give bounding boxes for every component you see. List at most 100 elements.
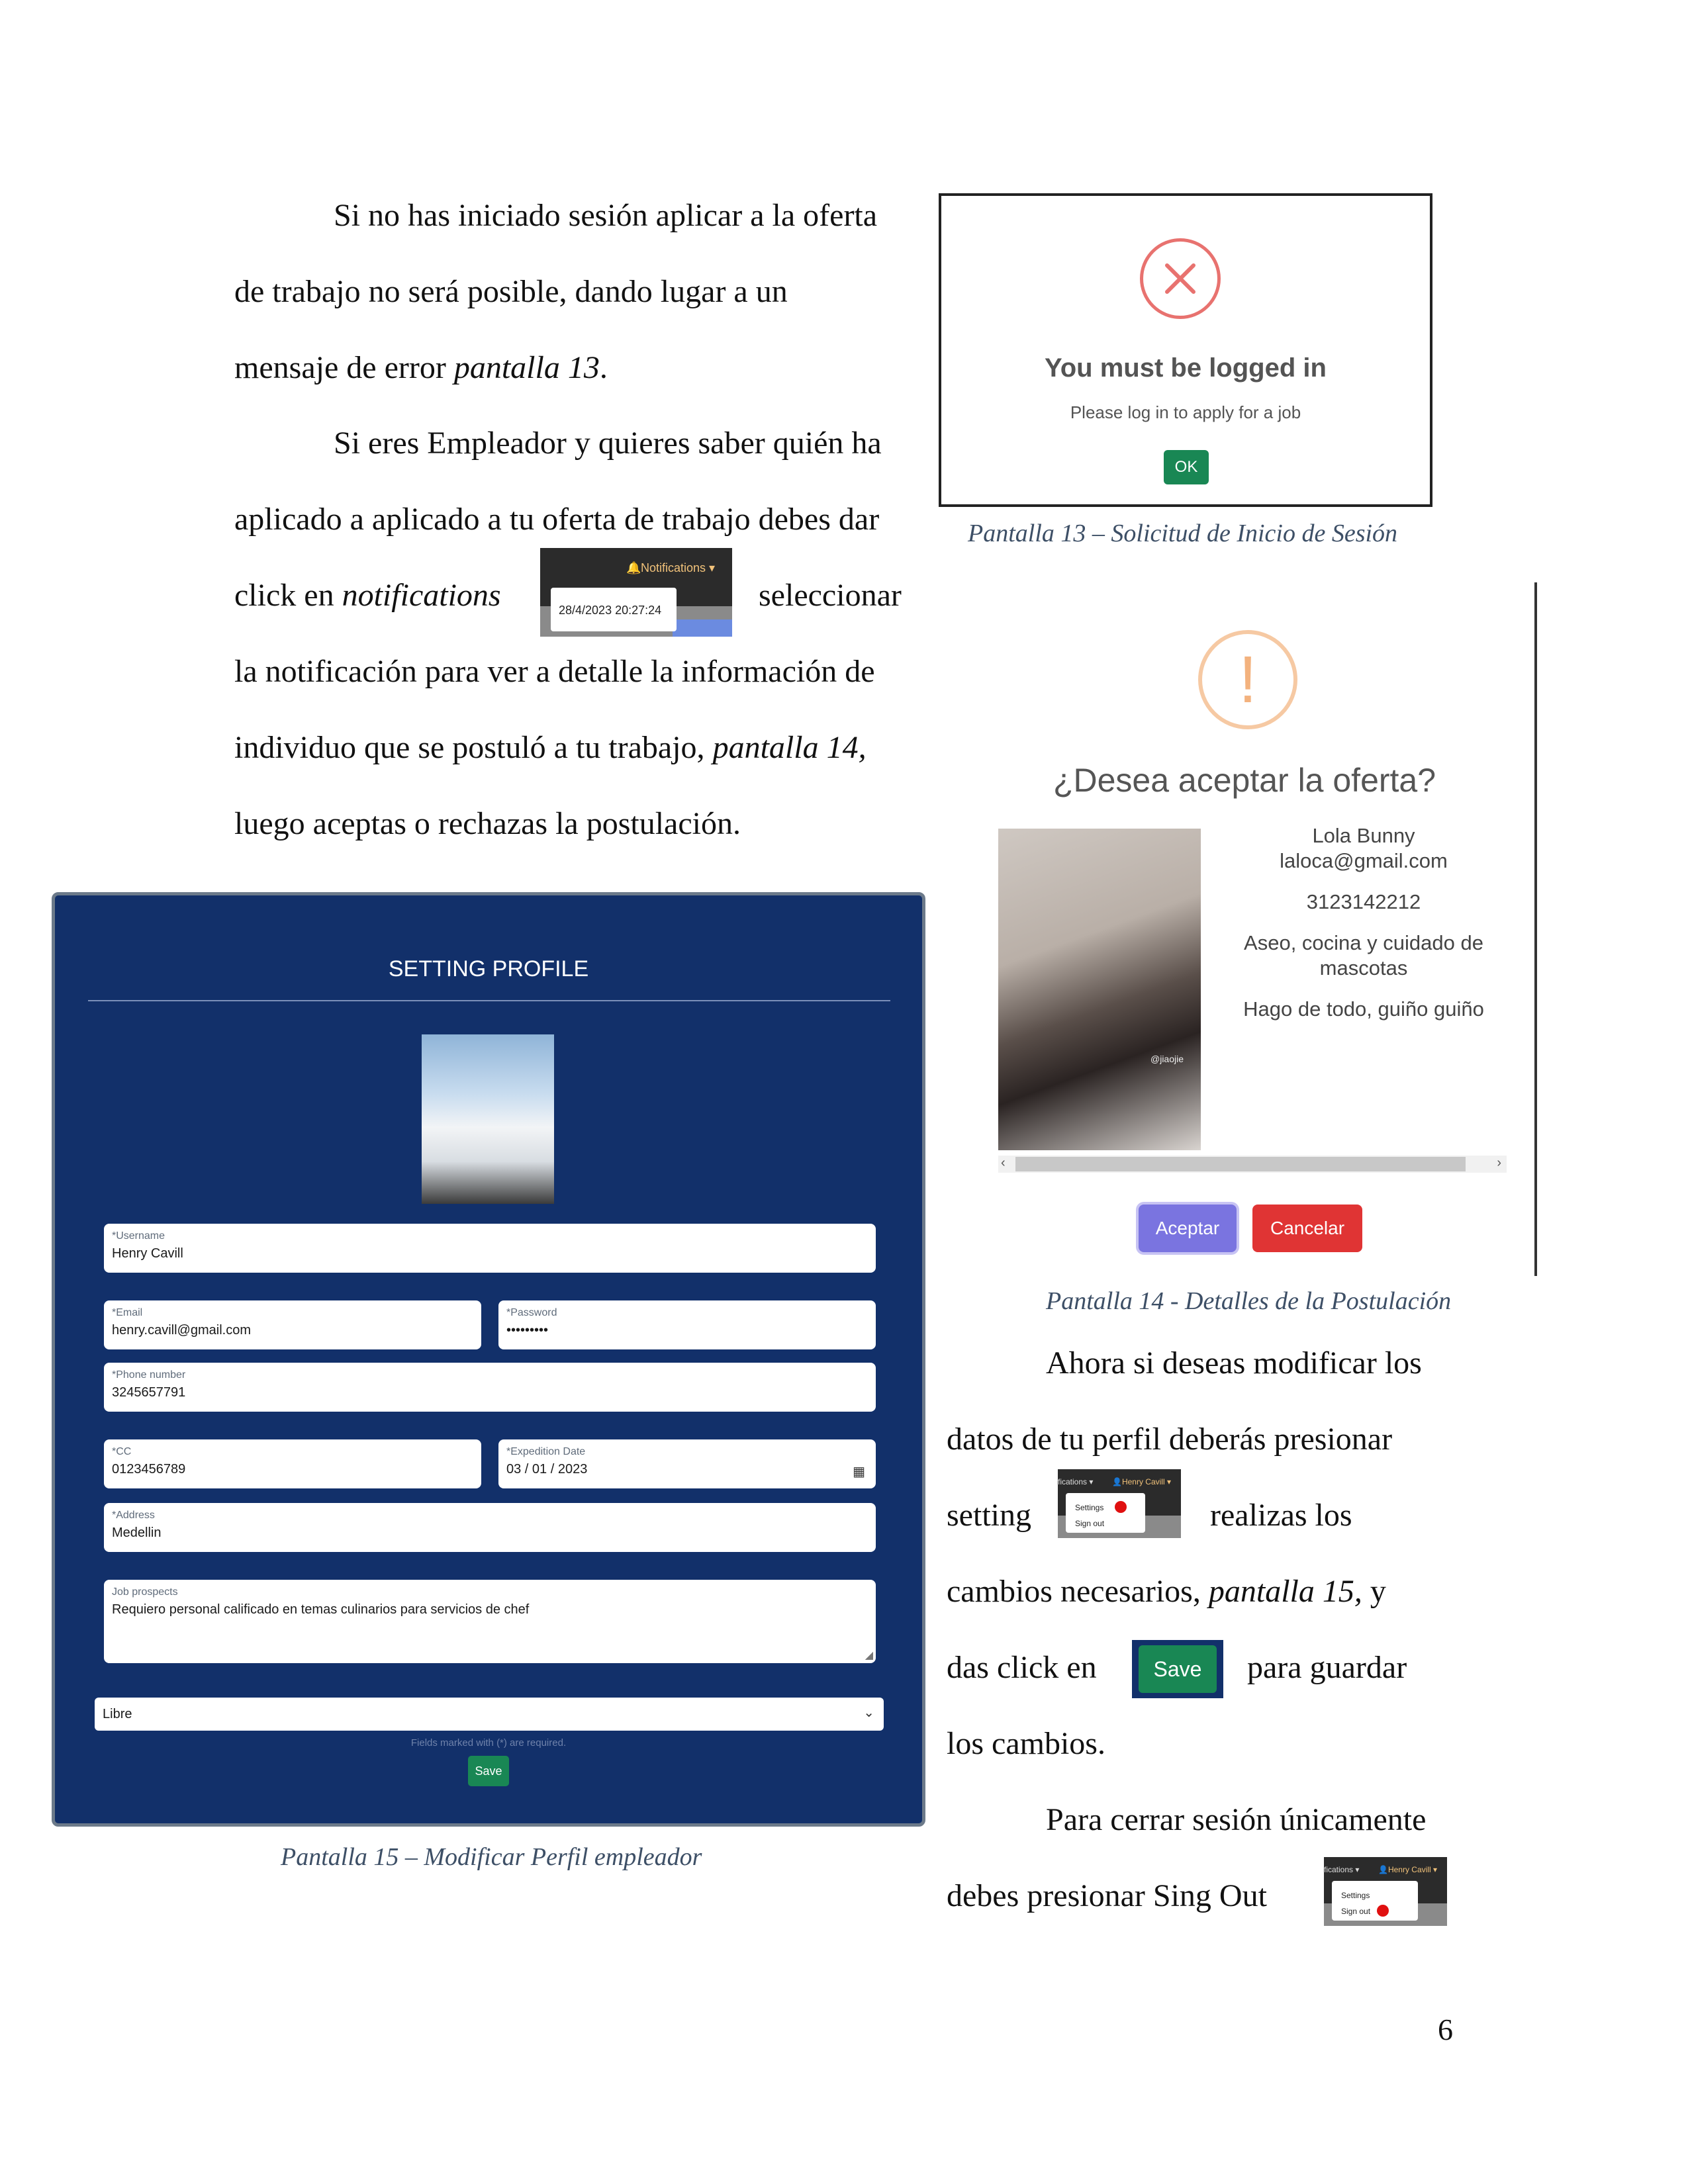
chevron-down-icon: ⌄ xyxy=(863,1706,874,1720)
paragraph-line: Si no has iniciado sesión aplicar a la o… xyxy=(334,198,878,233)
screen-reference: pantalla 15, xyxy=(1208,1574,1362,1609)
calendar-icon[interactable]: ▦ xyxy=(853,1463,865,1480)
user-menu[interactable]: 👤Henry Cavill ▾ xyxy=(1378,1865,1437,1874)
save-button-sample[interactable]: Save xyxy=(1139,1645,1217,1693)
paragraph-line: aplicado a aplicado a tu oferta de traba… xyxy=(234,502,880,537)
caption: Pantalla 14 - Detalles de la Postulación xyxy=(1046,1287,1452,1315)
applicant-phone: 3123142212 xyxy=(1306,890,1421,913)
form-title: SETTING PROFILE xyxy=(388,956,589,981)
field-value: Medellin xyxy=(112,1525,162,1540)
divider xyxy=(88,1000,890,1001)
applicant-skills: Aseo, cocina y cuidado de mascotas xyxy=(1244,931,1483,979)
login-required-dialog: You must be logged in Please log in to a… xyxy=(939,193,1432,507)
select-value: Libre xyxy=(103,1707,132,1721)
field-value: 0123456789 xyxy=(112,1462,186,1477)
text-span: individuo que se postuló a tu trabajo, xyxy=(234,730,713,765)
paragraph-line: luego aceptas o rechazas la postulación. xyxy=(234,806,741,841)
field-label: *Phone number xyxy=(112,1369,186,1381)
screen-reference: pantalla 13 xyxy=(453,350,600,385)
settings-item[interactable]: Settings xyxy=(1075,1500,1145,1516)
profile-image[interactable] xyxy=(422,1034,554,1204)
applicant-details: Lola Bunny laloca@gmail.com 3123142212 A… xyxy=(1231,823,1496,1022)
notification-item[interactable]: 28/4/2023 20:27:24 xyxy=(551,588,677,631)
user-menu[interactable]: 👤Henry Cavill ▾ xyxy=(1112,1477,1171,1486)
menu-fragment: fications ▾ xyxy=(1324,1865,1360,1874)
cancel-button[interactable]: Cancelar xyxy=(1252,1205,1362,1252)
photo-watermark: @jiaojie xyxy=(1150,1054,1184,1064)
field-value: henry.cavill@gmail.com xyxy=(112,1323,251,1338)
text-span: . xyxy=(599,350,608,385)
signout-inline-image: fications ▾ 👤Henry Cavill ▾ Settings Sig… xyxy=(1324,1857,1447,1926)
scroll-left-icon[interactable]: ‹ xyxy=(1001,1156,1006,1171)
address-field[interactable]: *Address Medellin xyxy=(104,1503,876,1552)
scroll-right-icon[interactable]: › xyxy=(1497,1156,1501,1171)
error-icon xyxy=(1140,238,1221,319)
field-value: Requiero personal calificado en temas cu… xyxy=(112,1602,530,1617)
text-span: y xyxy=(1362,1574,1386,1609)
field-value: 03 / 01 / 2023 xyxy=(506,1462,588,1477)
applicant-name: Lola Bunny xyxy=(1312,824,1415,847)
caption: Pantalla 15 – Modificar Perfil empleador xyxy=(281,1843,702,1871)
field-label: *Expedition Date xyxy=(506,1446,586,1457)
dialog-message: Please log in to apply for a job xyxy=(1070,402,1301,422)
email-field[interactable]: *Email henry.cavill@gmail.com xyxy=(104,1300,481,1349)
screen-reference: pantalla 14, xyxy=(712,730,867,765)
paragraph-line: cambios necesarios, pantalla 15, y xyxy=(947,1553,1386,1629)
expedition-date-field[interactable]: *Expedition Date 03 / 01 / 2023 ▦ xyxy=(498,1439,876,1488)
username-field[interactable]: *Username Henry Cavill xyxy=(104,1224,876,1273)
applicant-photo: @jiaojie xyxy=(998,829,1201,1150)
warning-icon: ! xyxy=(1198,630,1297,729)
field-label: *Email xyxy=(112,1307,143,1318)
field-label: *Username xyxy=(112,1230,165,1242)
user-dropdown: Settings Sign out xyxy=(1066,1493,1145,1533)
paragraph-line: Si eres Empleador y quieres saber quién … xyxy=(334,426,882,461)
dialog-title: ¿Desea aceptar la oferta? xyxy=(1053,762,1436,799)
accept-button[interactable]: Aceptar xyxy=(1139,1205,1237,1252)
field-value: ••••••••• xyxy=(506,1323,549,1338)
offer-dialog: ! ¿Desea aceptar la oferta? @jiaojie Lol… xyxy=(953,582,1548,1284)
cc-field[interactable]: *CC 0123456789 xyxy=(104,1439,481,1488)
text-span: cambios necesarios, xyxy=(947,1574,1209,1609)
paragraph-line: para guardar xyxy=(1247,1650,1407,1685)
paragraph-line: realizas los xyxy=(1210,1498,1352,1533)
user-dropdown: Settings Sign out xyxy=(1332,1881,1418,1921)
field-label: Job prospects xyxy=(112,1586,178,1598)
text-span: mensaje de error xyxy=(234,350,454,385)
signout-item[interactable]: Sign out xyxy=(1075,1516,1145,1531)
settings-inline-image: fications ▾ 👤Henry Cavill ▾ Settings Sig… xyxy=(1058,1469,1181,1538)
setting-profile-form: SETTING PROFILE *Username Henry Cavill *E… xyxy=(52,892,925,1827)
paragraph-line: mensaje de error pantalla 13. xyxy=(234,330,608,406)
paragraph-line: los cambios. xyxy=(947,1726,1105,1761)
ok-button[interactable]: OK xyxy=(1164,450,1209,484)
edge-line xyxy=(1534,582,1537,1276)
applicant-email: laloca@gmail.com xyxy=(1280,849,1448,872)
paragraph-line: Para cerrar sesión únicamente xyxy=(1046,1802,1427,1837)
save-button[interactable]: Save xyxy=(468,1756,509,1786)
scrollbar-thumb[interactable] xyxy=(1015,1157,1466,1171)
caption: Pantalla 13 – Solicitud de Inicio de Ses… xyxy=(968,520,1398,547)
paragraph-line: seleccionar xyxy=(759,578,902,613)
paragraph-line: individuo que se postuló a tu trabajo, p… xyxy=(234,709,867,786)
settings-item[interactable]: Settings xyxy=(1341,1888,1418,1903)
paragraph-line: setting xyxy=(947,1498,1031,1533)
field-label: *Password xyxy=(506,1307,557,1318)
paragraph-line: de trabajo no será posible, dando lugar … xyxy=(234,274,788,309)
job-prospects-field[interactable]: Job prospects Requiero personal calificad… xyxy=(104,1580,876,1663)
password-field[interactable]: *Password ••••••••• xyxy=(498,1300,876,1349)
page-number: 6 xyxy=(1438,2013,1453,2046)
save-inline-image: Save xyxy=(1132,1640,1223,1698)
paragraph-line: debes presionar Sing Out xyxy=(947,1878,1267,1913)
resize-handle-icon[interactable]: ◢ xyxy=(865,1649,873,1662)
phone-field[interactable]: *Phone number 3245657791 xyxy=(104,1363,876,1412)
field-value: 3245657791 xyxy=(112,1385,186,1400)
paragraph-line: click en notifications xyxy=(234,557,501,633)
click-marker xyxy=(1377,1905,1389,1917)
paragraph-line: la notificación para ver a detalle la in… xyxy=(234,654,875,689)
status-select[interactable]: Libre ⌄ xyxy=(95,1698,884,1731)
bell-icon: 🔔 xyxy=(626,561,641,574)
text-span: click en xyxy=(234,578,342,613)
menu-reference: notifications xyxy=(342,578,501,613)
notifications-menu[interactable]: Notifications ▾ xyxy=(641,561,715,575)
horizontal-scrollbar[interactable]: ‹ › xyxy=(998,1156,1507,1173)
paragraph-line: Ahora si deseas modificar los xyxy=(1046,1345,1422,1381)
